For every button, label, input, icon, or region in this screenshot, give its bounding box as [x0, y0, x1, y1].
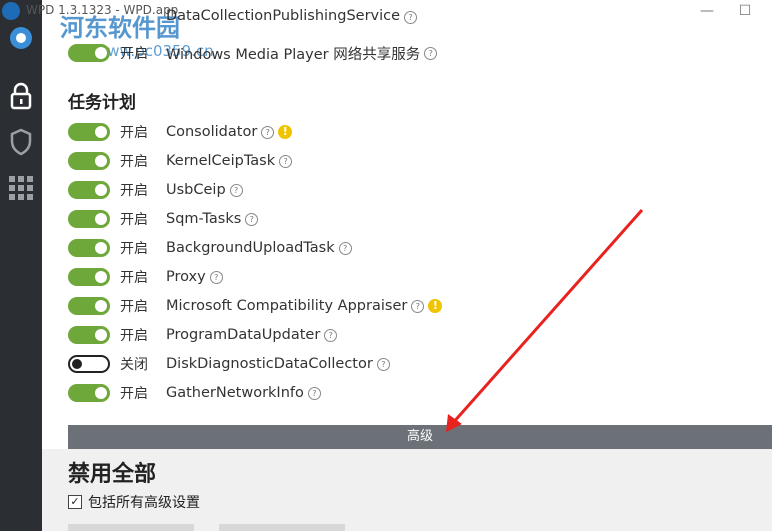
annotation-arrow	[446, 209, 644, 432]
